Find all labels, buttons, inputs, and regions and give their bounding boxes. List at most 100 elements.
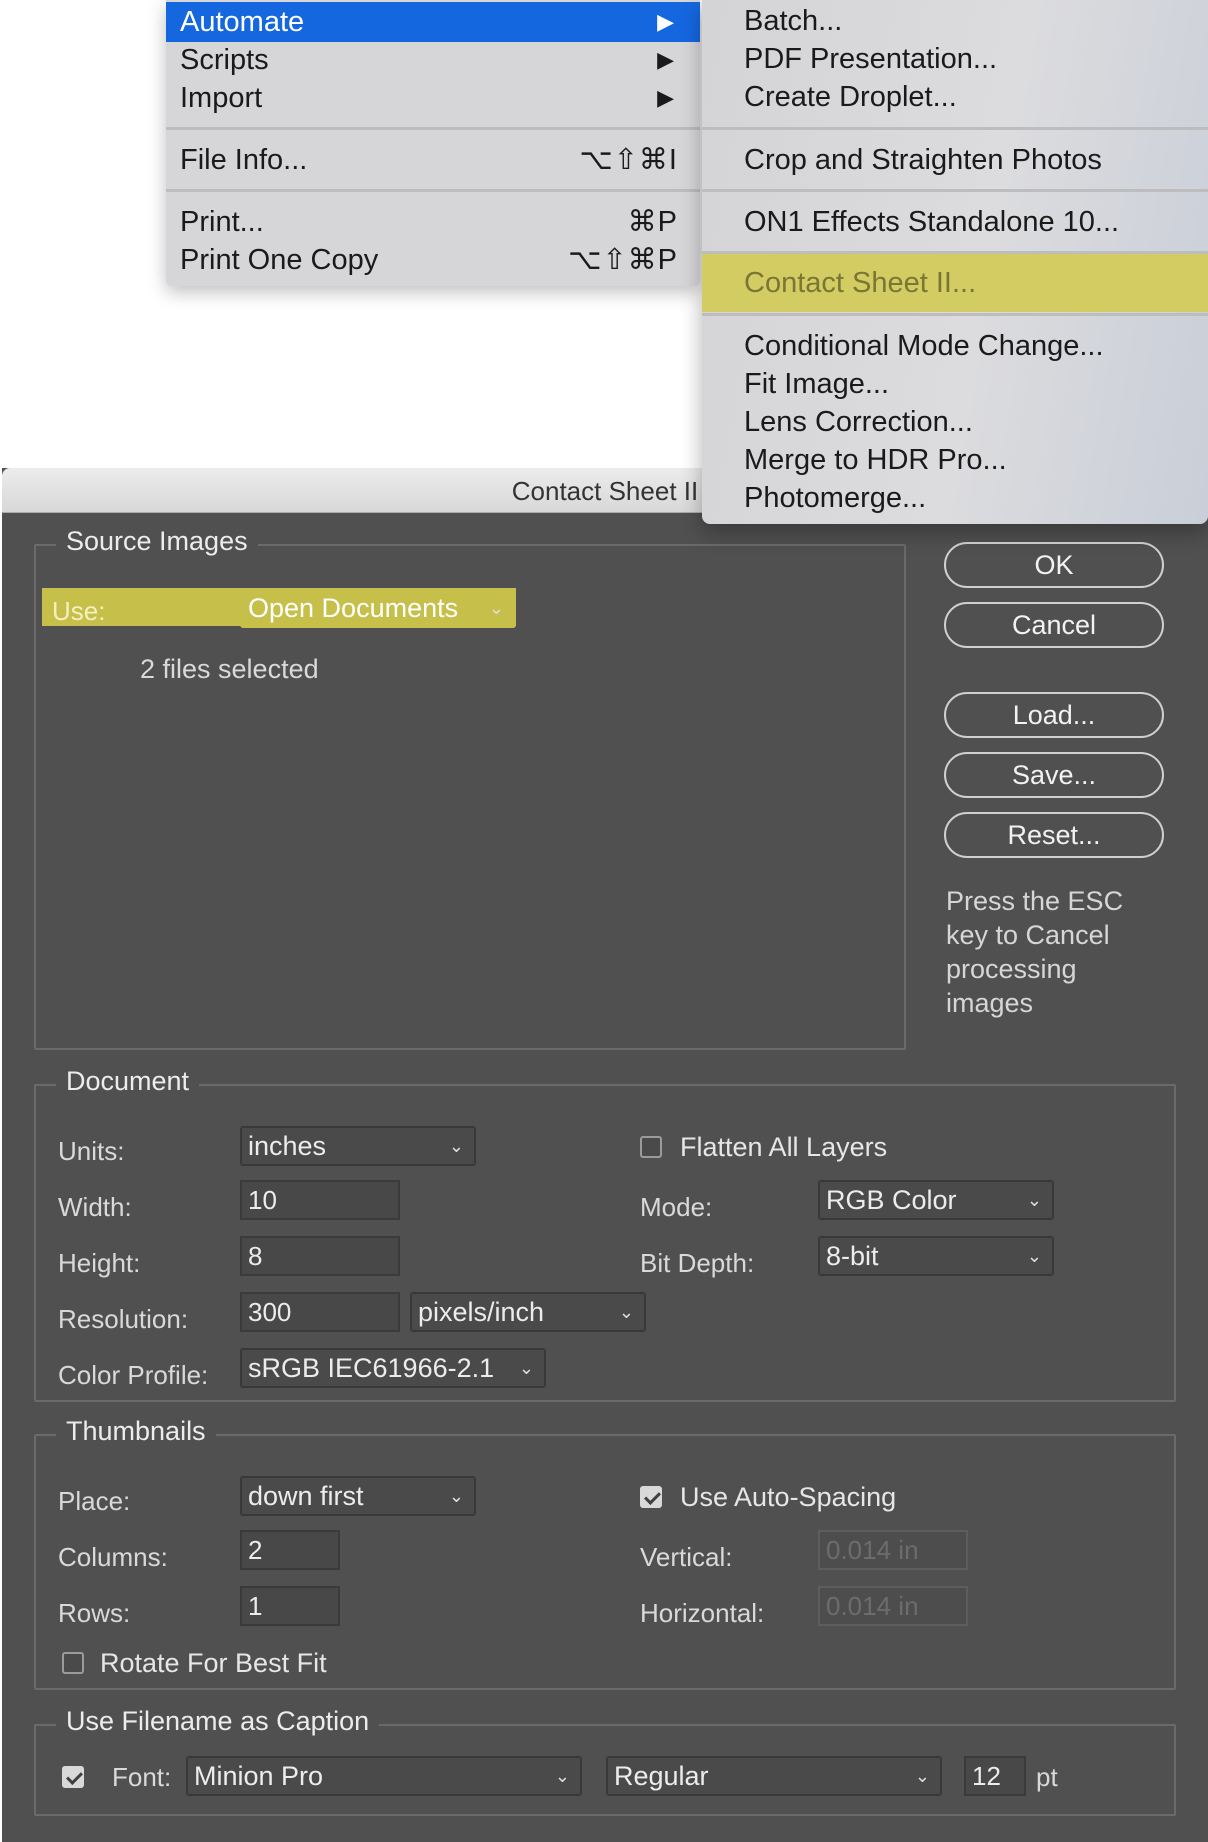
menu-item-label: Lens Correction... xyxy=(744,406,973,438)
save-button[interactable]: Save... xyxy=(944,752,1164,798)
menu-item-crop-straighten[interactable]: Crop and Straighten Photos xyxy=(702,141,1208,179)
units-select[interactable]: inches ⌄ xyxy=(240,1126,476,1166)
menu-item-fit-image[interactable]: Fit Image... xyxy=(702,365,1208,403)
ok-button[interactable]: OK xyxy=(944,542,1164,588)
horizontal-field[interactable]: 0.014 in xyxy=(818,1586,968,1626)
chevron-down-icon: ⌄ xyxy=(1026,1190,1042,1210)
thumbnails-title: Thumbnails xyxy=(56,1416,216,1447)
place-select[interactable]: down first ⌄ xyxy=(240,1476,476,1516)
menu-item-label: Contact Sheet II... xyxy=(744,267,977,299)
menu-item-label: Print... xyxy=(180,206,264,238)
bit-depth-select-value: 8-bit xyxy=(826,1241,879,1271)
menu-item-label: Merge to HDR Pro... xyxy=(744,444,1007,476)
bit-depth-label: Bit Depth: xyxy=(640,1248,755,1278)
chevron-down-icon: ⌄ xyxy=(554,1766,570,1786)
menu-separator xyxy=(702,189,1208,192)
menu-separator xyxy=(702,313,1208,316)
menu-item-label: Automate xyxy=(180,6,305,38)
vertical-field[interactable]: 0.014 in xyxy=(818,1530,968,1570)
place-select-value: down first xyxy=(248,1481,364,1511)
color-profile-label: Color Profile: xyxy=(58,1360,209,1390)
menu-item-scripts[interactable]: Scripts ▶ xyxy=(166,41,700,79)
font-style-select[interactable]: Regular ⌄ xyxy=(606,1756,942,1796)
columns-label: Columns: xyxy=(58,1542,168,1572)
resolution-unit-value: pixels/inch xyxy=(418,1297,545,1327)
document-title: Document xyxy=(56,1066,200,1097)
font-select[interactable]: Minion Pro ⌄ xyxy=(186,1756,582,1796)
menu-item-label: ON1 Effects Standalone 10... xyxy=(744,206,1120,238)
menu-item-label: PDF Presentation... xyxy=(744,43,998,75)
menu-item-pdf-presentation[interactable]: PDF Presentation... xyxy=(702,40,1208,78)
menu-item-shortcut: ⌥⇧⌘P xyxy=(567,244,678,276)
mode-select-value: RGB Color xyxy=(826,1185,957,1215)
submenu-arrow-icon: ▶ xyxy=(657,47,674,72)
source-images-title: Source Images xyxy=(56,526,258,557)
menu-item-print-one-copy[interactable]: Print One Copy ⌥⇧⌘P xyxy=(166,241,700,279)
font-size-field[interactable]: 12 xyxy=(964,1756,1026,1796)
menu-item-label: File Info... xyxy=(180,144,308,176)
place-label: Place: xyxy=(58,1486,131,1516)
caption-group: Use Filename as Caption Font: Minion Pro… xyxy=(34,1706,1176,1816)
menu-item-label: Conditional Mode Change... xyxy=(744,330,1104,362)
width-label: Width: xyxy=(58,1192,132,1222)
menu-item-shortcut: ⌘P xyxy=(627,206,678,238)
flatten-label: Flatten All Layers xyxy=(680,1132,888,1162)
menu-item-conditional-mode[interactable]: Conditional Mode Change... xyxy=(702,327,1208,365)
submenu-arrow-icon: ▶ xyxy=(657,85,674,110)
auto-spacing-checkbox[interactable] xyxy=(640,1486,662,1508)
bit-depth-select[interactable]: 8-bit ⌄ xyxy=(818,1236,1054,1276)
chevron-down-icon: ⌄ xyxy=(488,598,504,618)
chevron-down-icon: ⌄ xyxy=(914,1766,930,1786)
menu-item-label: Crop and Straighten Photos xyxy=(744,144,1102,176)
width-field[interactable]: 10 xyxy=(240,1180,400,1220)
chevron-down-icon: ⌄ xyxy=(448,1486,464,1506)
menu-item-batch[interactable]: Batch... xyxy=(702,2,1208,40)
height-label: Height: xyxy=(58,1248,141,1278)
auto-spacing-label: Use Auto-Spacing xyxy=(680,1482,897,1512)
menu-item-print[interactable]: Print... ⌘P xyxy=(166,203,700,241)
rows-label: Rows: xyxy=(58,1598,131,1628)
rotate-label: Rotate For Best Fit xyxy=(100,1648,327,1678)
menu-item-on1-effects[interactable]: ON1 Effects Standalone 10... xyxy=(702,203,1208,241)
menu-item-label: Scripts xyxy=(180,44,269,76)
menu-item-contact-sheet[interactable]: Contact Sheet II... xyxy=(702,254,1208,312)
mode-select[interactable]: RGB Color ⌄ xyxy=(818,1180,1054,1220)
use-select-value: Open Documents xyxy=(248,593,459,623)
menu-item-merge-hdr[interactable]: Merge to HDR Pro... xyxy=(702,441,1208,479)
menu-item-label: Create Droplet... xyxy=(744,81,957,113)
rows-field[interactable]: 1 xyxy=(240,1586,340,1626)
menu-item-label: Fit Image... xyxy=(744,368,890,400)
font-label: Font: xyxy=(112,1762,172,1792)
height-field[interactable]: 8 xyxy=(240,1236,400,1276)
menu-item-lens-correction[interactable]: Lens Correction... xyxy=(702,403,1208,441)
font-style-value: Regular xyxy=(614,1761,709,1791)
resolution-unit-select[interactable]: pixels/inch ⌄ xyxy=(410,1292,646,1332)
caption-title: Use Filename as Caption xyxy=(56,1706,380,1737)
cancel-button[interactable]: Cancel xyxy=(944,602,1164,648)
automate-submenu: Batch... PDF Presentation... Create Drop… xyxy=(702,0,1208,524)
chevron-down-icon: ⌄ xyxy=(1026,1246,1042,1266)
menu-item-automate[interactable]: Automate ▶ xyxy=(166,2,700,42)
caption-checkbox[interactable] xyxy=(62,1766,84,1788)
menu-item-import[interactable]: Import ▶ xyxy=(166,79,700,117)
rotate-checkbox[interactable] xyxy=(62,1652,84,1674)
files-selected-text: 2 files selected xyxy=(140,654,319,684)
load-button[interactable]: Load... xyxy=(944,692,1164,738)
columns-field[interactable]: 2 xyxy=(240,1530,340,1570)
menu-item-photomerge[interactable]: Photomerge... xyxy=(702,479,1208,517)
units-select-value: inches xyxy=(248,1131,327,1161)
reset-button[interactable]: Reset... xyxy=(944,812,1164,858)
chevron-down-icon: ⌄ xyxy=(618,1302,634,1322)
menu-item-file-info[interactable]: File Info... ⌥⇧⌘I xyxy=(166,141,700,179)
flatten-checkbox[interactable] xyxy=(640,1136,662,1158)
resolution-field[interactable]: 300 xyxy=(240,1292,400,1332)
color-profile-select[interactable]: sRGB IEC61966-2.1 ⌄ xyxy=(240,1348,546,1388)
menu-item-create-droplet[interactable]: Create Droplet... xyxy=(702,78,1208,116)
menu-item-label: Batch... xyxy=(744,5,843,37)
document-group: Document Units: inches ⌄ Width: 10 Heigh… xyxy=(34,1066,1176,1402)
thumbnails-group: Thumbnails Place: down first ⌄ Columns: … xyxy=(34,1416,1176,1690)
file-menu: Automate ▶ Scripts ▶ Import ▶ File Info.… xyxy=(166,0,700,286)
use-select[interactable]: Open Documents ⌄ xyxy=(240,588,516,628)
units-label: Units: xyxy=(58,1136,125,1166)
menu-item-label: Import xyxy=(180,82,263,114)
